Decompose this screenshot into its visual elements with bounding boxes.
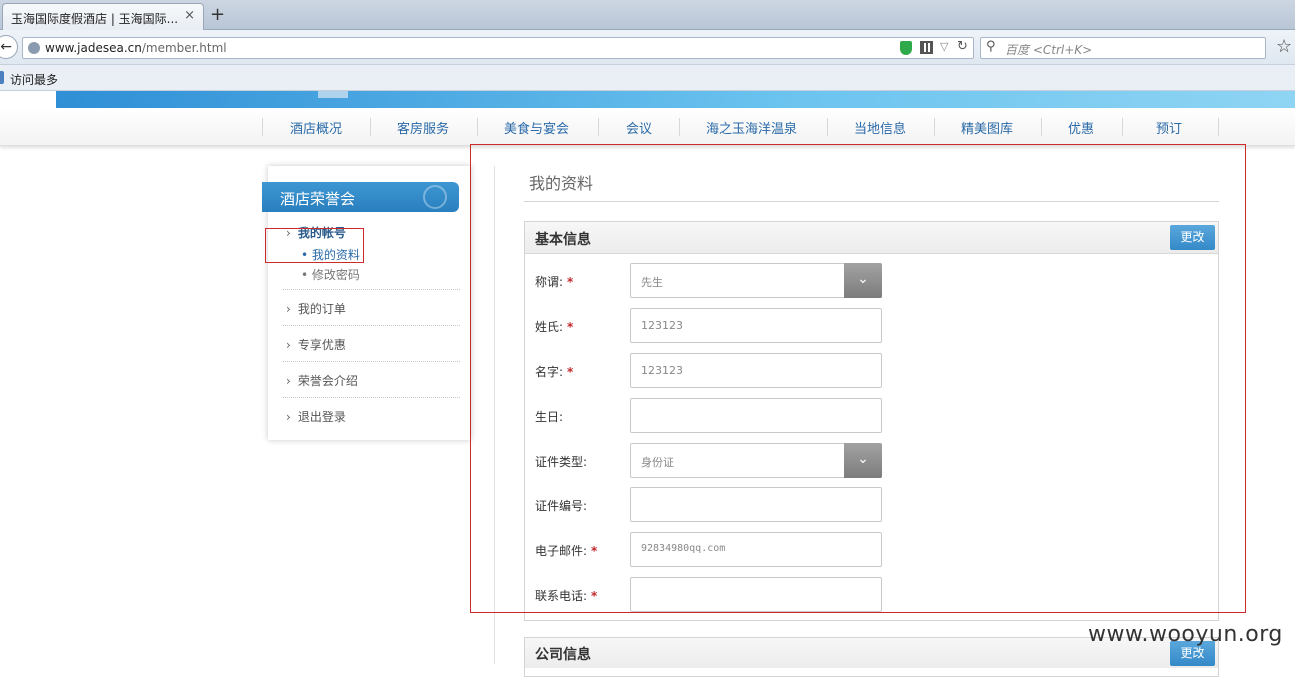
- nav-separator: [934, 118, 935, 136]
- url-text: www.jadesea.cn/member.html: [45, 41, 227, 55]
- sidebar-item-label: 我的订单: [297, 302, 346, 316]
- sidebar-item-label: 专享优惠: [297, 338, 346, 352]
- nav-separator: [1122, 118, 1123, 136]
- nav-separator: [827, 118, 828, 136]
- sidebar-item-label: 退出登录: [297, 410, 346, 424]
- url-path: /member.html: [141, 41, 227, 55]
- new-tab-icon[interactable]: +: [210, 4, 225, 25]
- browser-toolbar: ← www.jadesea.cn/member.html ▽ ↻ ⚲ 百度 <C…: [0, 30, 1295, 65]
- watermark: www.wooyun.org: [1088, 622, 1283, 647]
- globe-icon: [28, 42, 40, 54]
- chevron-right-icon: ›: [286, 374, 291, 388]
- sidebar-item-club-intro[interactable]: › 荣誉会介绍: [286, 372, 358, 389]
- sidebar-title: 酒店荣誉会: [262, 182, 459, 212]
- nav-item-dining[interactable]: 美食与宴会: [504, 118, 569, 137]
- search-box[interactable]: ⚲ 百度 <Ctrl+K>: [980, 37, 1266, 59]
- sidebar-sub-label: 修改密码: [311, 268, 360, 282]
- nav-item-meetings[interactable]: 会议: [626, 118, 652, 137]
- nav-separator: [598, 118, 599, 136]
- qr-code-icon[interactable]: [920, 41, 933, 54]
- shell-decoration-icon: [423, 185, 447, 209]
- sidebar-item-logout[interactable]: › 退出登录: [286, 408, 346, 425]
- nav-separator: [1218, 118, 1219, 136]
- chevron-right-icon: ›: [286, 302, 291, 316]
- search-placeholder: 百度 <Ctrl+K>: [1005, 43, 1093, 57]
- nav-separator: [679, 118, 680, 136]
- nav-item-booking[interactable]: 预订: [1156, 118, 1182, 137]
- security-shield-icon[interactable]: [900, 41, 912, 55]
- url-domain: www.jadesea.cn: [45, 41, 142, 55]
- bookmarks-bar: 访问最多: [0, 65, 1295, 91]
- sidebar-item-label: 荣誉会介绍: [297, 374, 358, 388]
- tab-title: 玉海国际度假酒店 | 玉海国际...: [11, 12, 179, 26]
- chevron-right-icon: ›: [286, 410, 291, 424]
- nav-separator: [477, 118, 478, 136]
- address-bar[interactable]: www.jadesea.cn/member.html ▽ ↻: [22, 37, 974, 59]
- main-navigation: 酒店概况 客房服务 美食与宴会 会议 海之玉海洋温泉 当地信息 精美图库 优惠 …: [0, 108, 1295, 146]
- site-logo: [318, 91, 348, 98]
- nav-separator: [370, 118, 371, 136]
- browser-tab[interactable]: 玉海国际度假酒店 | 玉海国际... ×: [2, 3, 204, 30]
- nav-item-hotel-overview[interactable]: 酒店概况: [290, 118, 342, 137]
- nav-separator: [262, 118, 263, 136]
- sidebar-divider: [283, 361, 460, 362]
- search-icon: ⚲: [986, 39, 996, 54]
- nav-item-offers[interactable]: 优惠: [1068, 118, 1094, 137]
- nav-item-spa[interactable]: 海之玉海洋温泉: [706, 118, 797, 137]
- back-arrow-icon[interactable]: ←: [0, 35, 18, 59]
- annotation-highlight-box: [470, 144, 1246, 613]
- dropdown-triangle-icon[interactable]: ▽: [940, 40, 948, 53]
- sidebar-item-my-orders[interactable]: › 我的订单: [286, 300, 346, 317]
- reload-icon[interactable]: ↻: [957, 39, 968, 54]
- close-tab-icon[interactable]: ×: [184, 8, 195, 23]
- chevron-right-icon: ›: [286, 338, 291, 352]
- nav-item-gallery[interactable]: 精美图库: [961, 118, 1013, 137]
- sidebar-divider: [283, 397, 460, 398]
- sidebar-sub-change-password[interactable]: • 修改密码: [301, 266, 360, 283]
- nav-separator: [1041, 118, 1042, 136]
- nav-item-local-info[interactable]: 当地信息: [854, 118, 906, 137]
- browser-tab-bar: 玉海国际度假酒店 | 玉海国际... × +: [0, 0, 1295, 30]
- nav-item-rooms[interactable]: 客房服务: [397, 118, 449, 137]
- bookmark-most-visited[interactable]: 访问最多: [10, 71, 58, 88]
- bookmark-star-icon[interactable]: ☆: [1276, 36, 1292, 57]
- annotation-highlight-box: [265, 228, 364, 263]
- sidebar-title-text: 酒店荣誉会: [280, 190, 356, 208]
- sidebar-item-exclusive-offers[interactable]: › 专享优惠: [286, 336, 346, 353]
- site-banner: [56, 91, 1295, 108]
- bookmark-folder-icon: [0, 71, 4, 84]
- sidebar-divider: [283, 289, 460, 290]
- sidebar-divider: [283, 325, 460, 326]
- company-info-title: 公司信息: [535, 647, 591, 663]
